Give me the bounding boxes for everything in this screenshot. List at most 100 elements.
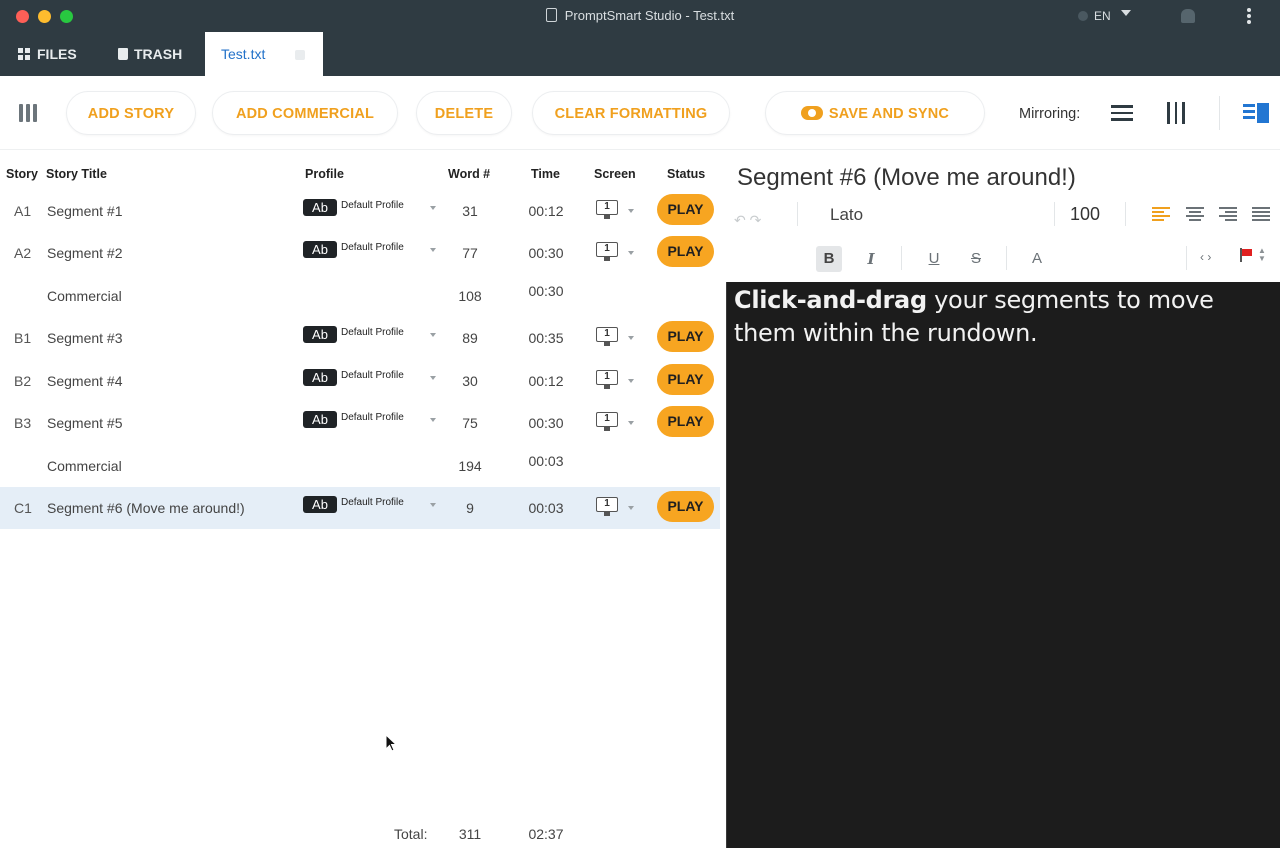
script-text[interactable]: Click-and-drag your segments to move the… <box>734 284 1274 350</box>
align-justify-icon[interactable] <box>1252 206 1270 222</box>
story-title[interactable]: Segment #6 (Move me around!) <box>47 500 245 516</box>
table-row-selected[interactable]: C1 Segment #6 (Move me around!) Ab Defaul… <box>0 487 720 529</box>
chevron-down-icon[interactable] <box>628 506 634 510</box>
word-count: 30 <box>462 373 478 389</box>
profile-select[interactable]: Ab Default Profile <box>303 369 404 387</box>
monitor-icon[interactable]: 1 <box>596 200 618 220</box>
toolbar-divider <box>1219 96 1220 130</box>
header-story[interactable]: Story <box>6 167 38 181</box>
commercial-row[interactable]: Commercial 108 00:30 <box>0 275 720 317</box>
underline-button[interactable]: U <box>921 246 947 272</box>
add-story-button[interactable]: ADD STORY <box>66 91 196 135</box>
profile-select[interactable]: Ab Default Profile <box>303 199 404 217</box>
profile-name: Default Profile <box>341 242 404 253</box>
align-right-icon[interactable] <box>1219 206 1237 222</box>
mirror-vertical-icon[interactable] <box>1166 102 1186 124</box>
commercial-title[interactable]: Commercial <box>47 458 122 474</box>
profile-select[interactable]: Ab Default Profile <box>303 411 404 429</box>
save-and-sync-button[interactable]: SAVE AND SYNC <box>765 91 985 135</box>
chevron-down-icon[interactable] <box>628 379 634 383</box>
mirror-horizontal-icon[interactable] <box>1111 103 1133 123</box>
clear-formatting-button[interactable]: CLEAR FORMATTING <box>532 91 730 135</box>
profile-select[interactable]: Ab Default Profile <box>303 326 404 344</box>
undo-redo-icons[interactable]: ↶ ↷ <box>734 212 761 229</box>
align-left-icon[interactable] <box>1152 206 1170 222</box>
chevron-down-icon[interactable] <box>430 418 436 422</box>
story-title[interactable]: Segment #2 <box>47 245 123 261</box>
flag-icon[interactable] <box>1240 248 1252 262</box>
delete-button[interactable]: DELETE <box>416 91 512 135</box>
word-count: 75 <box>462 415 478 431</box>
monitor-icon[interactable]: 1 <box>596 242 618 262</box>
header-status[interactable]: Status <box>667 167 705 181</box>
chevron-down-icon[interactable] <box>628 336 634 340</box>
story-title[interactable]: Segment #5 <box>47 415 123 431</box>
window-title: PromptSmart Studio - Test.txt <box>564 8 735 23</box>
segment-title[interactable]: Segment #6 (Move me around!) <box>737 164 1076 192</box>
code-icon[interactable]: ‹ › <box>1200 250 1211 264</box>
total-label: Total: <box>394 826 428 842</box>
add-commercial-button[interactable]: ADD COMMERCIAL <box>212 91 398 135</box>
chevron-down-icon[interactable] <box>1121 10 1131 16</box>
play-button[interactable]: PLAY <box>657 194 714 225</box>
flag-stepper-icon[interactable]: ▲ ▼ <box>1258 247 1266 263</box>
chevron-down-icon[interactable] <box>430 503 436 507</box>
chevron-down-icon[interactable] <box>430 376 436 380</box>
font-size-input[interactable]: 100 <box>1070 204 1100 225</box>
header-words[interactable]: Word # <box>448 167 490 181</box>
chevron-down-icon[interactable] <box>628 209 634 213</box>
play-button[interactable]: PLAY <box>657 364 714 395</box>
monitor-icon[interactable]: 1 <box>596 327 618 347</box>
monitor-icon[interactable]: 1 <box>596 370 618 390</box>
profile-badge: Ab <box>303 241 337 258</box>
story-id: C1 <box>14 500 32 516</box>
align-center-icon[interactable] <box>1186 206 1204 222</box>
italic-button[interactable]: I <box>858 246 884 272</box>
chevron-down-icon[interactable] <box>430 248 436 252</box>
header-profile[interactable]: Profile <box>305 167 344 181</box>
language-selector[interactable]: EN <box>1078 9 1111 23</box>
play-button[interactable]: PLAY <box>657 406 714 437</box>
profile-select[interactable]: Ab Default Profile <box>303 496 404 514</box>
play-button[interactable]: PLAY <box>657 491 714 522</box>
word-count: 31 <box>462 203 478 219</box>
play-button[interactable]: PLAY <box>657 236 714 267</box>
commercial-row[interactable]: Commercial 194 00:03 <box>0 445 720 487</box>
table-row[interactable]: B3 Segment #5 Ab Default Profile 75 00:30… <box>0 402 720 444</box>
font-family-select[interactable]: Lato <box>830 205 863 225</box>
bold-button[interactable]: B <box>816 246 842 272</box>
tab-document[interactable]: Test.txt <box>205 32 323 76</box>
profile-select[interactable]: Ab Default Profile <box>303 241 404 259</box>
header-screen[interactable]: Screen <box>594 167 636 181</box>
more-menu-icon[interactable] <box>1247 8 1251 26</box>
strikethrough-button[interactable]: S <box>963 246 989 272</box>
header-time[interactable]: Time <box>531 167 560 181</box>
table-row[interactable]: A2 Segment #2 Ab Default Profile 77 00:30… <box>0 232 720 274</box>
tab-files[interactable]: FILES <box>18 32 77 76</box>
chevron-down-icon[interactable] <box>628 251 634 255</box>
table-row[interactable]: A1 Segment #1 Ab Default Profile 31 00:12… <box>0 190 720 232</box>
story-id: B1 <box>14 330 32 346</box>
script-text-bold: Click-and-drag <box>734 286 927 314</box>
document-icon <box>545 8 557 22</box>
chevron-down-icon[interactable] <box>430 333 436 337</box>
header-title[interactable]: Story Title <box>46 167 107 181</box>
chevron-down-icon[interactable] <box>628 421 634 425</box>
monitor-icon[interactable]: 1 <box>596 412 618 432</box>
split-layout-icon[interactable] <box>1243 103 1269 123</box>
bell-icon[interactable] <box>1181 9 1195 23</box>
monitor-icon[interactable]: 1 <box>596 497 618 517</box>
story-title[interactable]: Segment #1 <box>47 203 123 219</box>
table-row[interactable]: B1 Segment #3 Ab Default Profile 89 00:35… <box>0 317 720 359</box>
chevron-down-icon[interactable] <box>430 206 436 210</box>
story-title[interactable]: Segment #4 <box>47 373 123 389</box>
text-color-button[interactable]: A <box>1024 246 1050 272</box>
commercial-title[interactable]: Commercial <box>47 288 122 304</box>
play-button[interactable]: PLAY <box>657 321 714 352</box>
sidebar-toggle-icon[interactable] <box>19 104 37 122</box>
close-tab-icon[interactable] <box>295 50 305 60</box>
table-row[interactable]: B2 Segment #4 Ab Default Profile 30 00:12… <box>0 360 720 402</box>
tab-trash[interactable]: TRASH <box>118 32 182 76</box>
story-title[interactable]: Segment #3 <box>47 330 123 346</box>
script-editor[interactable]: Click-and-drag your segments to move the… <box>726 282 1280 848</box>
